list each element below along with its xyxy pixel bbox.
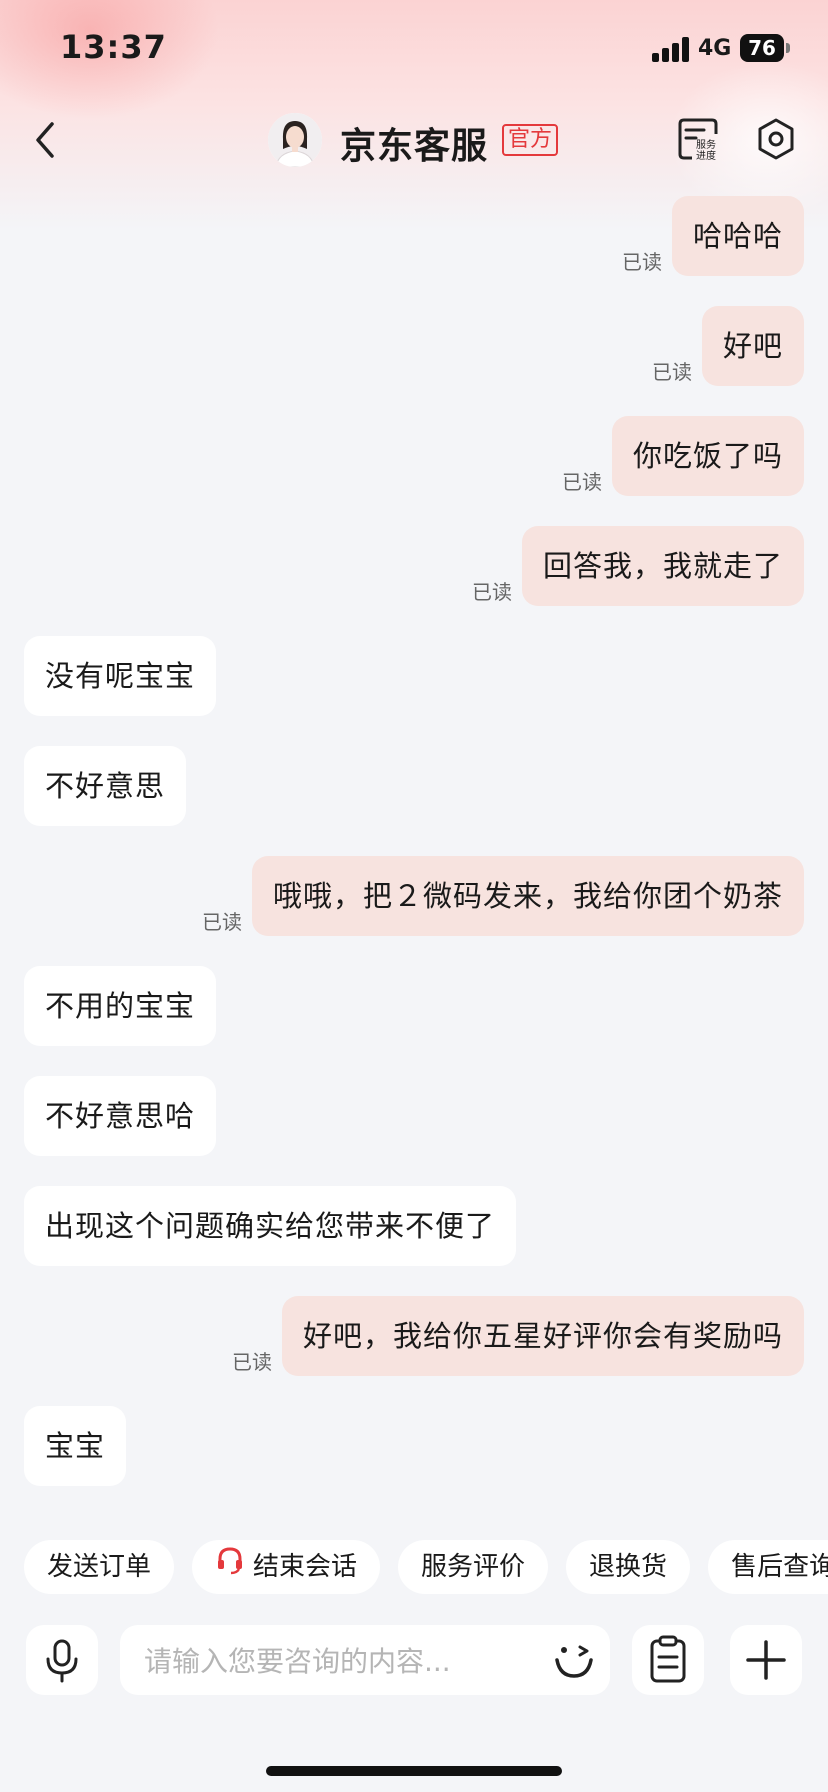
network-type: 4G bbox=[698, 36, 732, 61]
incoming-message-bubble[interactable]: 不用的宝宝 bbox=[24, 966, 217, 1046]
incoming-message-bubble[interactable]: 不好意思哈 bbox=[24, 1076, 217, 1156]
quick-action-chip[interactable]: 售后查询 bbox=[708, 1540, 828, 1594]
clipboard-button[interactable] bbox=[632, 1625, 704, 1695]
quick-action-label: 发送订单 bbox=[47, 1552, 152, 1582]
agent-avatar[interactable] bbox=[268, 113, 322, 167]
read-receipt: 已读 bbox=[232, 1350, 272, 1374]
signal-icon bbox=[652, 36, 692, 62]
quick-action-chip[interactable]: 退换货 bbox=[566, 1540, 691, 1594]
incoming-message-bubble[interactable]: 宝宝 bbox=[24, 1406, 127, 1486]
quick-action-chip[interactable]: 服务评价 bbox=[398, 1540, 549, 1594]
emoji-button[interactable] bbox=[552, 1638, 596, 1682]
quick-action-label: 退换货 bbox=[589, 1552, 668, 1582]
progress-label-line2: 进度 bbox=[696, 149, 716, 162]
microphone-icon bbox=[46, 1639, 78, 1683]
message-input-box[interactable] bbox=[120, 1625, 610, 1697]
read-receipt: 已读 bbox=[202, 910, 242, 934]
outgoing-message-bubble[interactable]: 哈哈哈 bbox=[671, 196, 804, 276]
read-receipt: 已读 bbox=[472, 580, 512, 604]
headset-icon bbox=[215, 1540, 245, 1594]
battery-icon: 76 bbox=[740, 34, 790, 62]
outgoing-message-bubble[interactable]: 哦哦，把２微码发来，我给你团个奶茶 bbox=[251, 856, 804, 936]
plus-icon bbox=[746, 1640, 786, 1680]
read-receipt: 已读 bbox=[622, 250, 662, 274]
outgoing-message-bubble[interactable]: 好吧 bbox=[701, 306, 804, 386]
emoji-icon bbox=[555, 1645, 593, 1678]
quick-action-chip[interactable]: 结束会话 bbox=[192, 1540, 381, 1594]
read-receipt: 已读 bbox=[652, 360, 692, 384]
back-icon bbox=[36, 122, 54, 158]
more-button[interactable] bbox=[730, 1625, 802, 1695]
read-receipt: 已读 bbox=[562, 470, 602, 494]
avatar-image bbox=[268, 113, 322, 167]
clipboard-icon bbox=[650, 1635, 686, 1683]
official-badge: 官方 bbox=[502, 124, 559, 156]
outgoing-message-bubble[interactable]: 好吧，我给你五星好评你会有奖励吗 bbox=[281, 1296, 804, 1376]
settings-icon bbox=[758, 118, 794, 160]
status-time: 13:37 bbox=[60, 28, 167, 66]
back-button[interactable] bbox=[28, 118, 64, 162]
quick-actions-bar[interactable]: 发送订单 结束会话 服务评价 退换货 售后查询 bbox=[24, 1540, 828, 1594]
incoming-message-bubble[interactable]: 出现这个问题确实给您带来不便了 bbox=[24, 1186, 517, 1266]
voice-button[interactable] bbox=[26, 1625, 98, 1695]
quick-action-chip[interactable]: 发送订单 bbox=[24, 1540, 175, 1594]
message-input[interactable] bbox=[142, 1625, 546, 1697]
settings-button[interactable] bbox=[756, 116, 796, 162]
outgoing-message-bubble[interactable]: 你吃饭了吗 bbox=[611, 416, 804, 496]
service-progress-icon: 服务 进度 bbox=[678, 118, 718, 162]
quick-action-label: 售后查询 bbox=[731, 1552, 828, 1582]
progress-label-line1: 服务 bbox=[696, 138, 716, 151]
incoming-message-bubble[interactable]: 不好意思 bbox=[24, 746, 187, 826]
chat-title: 京东客服 bbox=[340, 126, 489, 167]
home-indicator[interactable] bbox=[266, 1766, 562, 1776]
quick-action-label: 结束会话 bbox=[253, 1552, 358, 1582]
quick-action-label: 服务评价 bbox=[421, 1552, 526, 1582]
incoming-message-bubble[interactable]: 没有呢宝宝 bbox=[24, 636, 217, 716]
outgoing-message-bubble[interactable]: 回答我，我就走了 bbox=[521, 526, 804, 606]
service-progress-button[interactable]: 服务 进度 bbox=[676, 116, 724, 162]
